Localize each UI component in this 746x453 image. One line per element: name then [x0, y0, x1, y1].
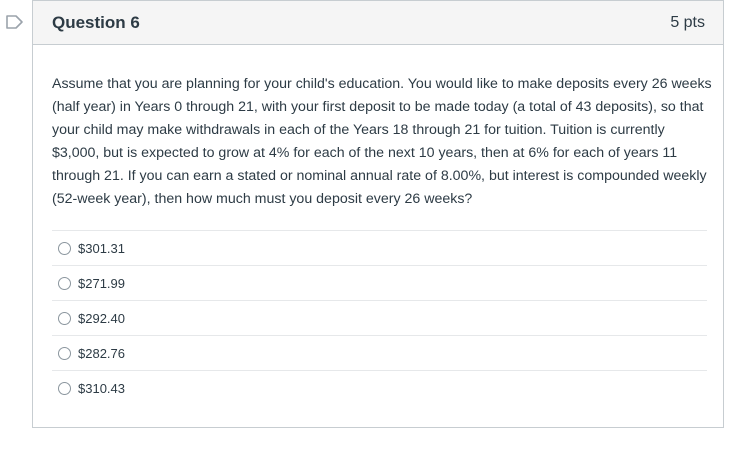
- question-points: 5 pts: [670, 13, 705, 31]
- answer-label: $282.76: [78, 345, 125, 361]
- question-header: Question 6 5 pts: [33, 1, 723, 45]
- radio-button[interactable]: [58, 241, 71, 255]
- radio-button[interactable]: [58, 346, 71, 360]
- radio-button[interactable]: [58, 381, 71, 395]
- answer-label: $301.31: [78, 240, 125, 256]
- answer-label: $310.43: [78, 380, 125, 396]
- answer-label: $292.40: [78, 310, 125, 326]
- answer-label: $271.99: [78, 275, 125, 291]
- question-text: Assume that you are planning for your ch…: [52, 76, 712, 207]
- question-card: Question 6 5 pts Assume that you are pla…: [32, 0, 724, 428]
- answer-option[interactable]: $271.99: [52, 265, 707, 300]
- question-title: Question 6: [52, 12, 140, 32]
- flag-question-icon[interactable]: [5, 12, 25, 32]
- answer-list: $301.31 $271.99 $292.40 $282.76 $310.43: [52, 230, 707, 405]
- radio-button[interactable]: [58, 276, 71, 290]
- answer-option[interactable]: $310.43: [52, 370, 707, 405]
- radio-button[interactable]: [58, 311, 71, 325]
- answer-option[interactable]: $282.76: [52, 335, 707, 370]
- answer-option[interactable]: $292.40: [52, 300, 707, 335]
- answer-option[interactable]: $301.31: [52, 230, 707, 265]
